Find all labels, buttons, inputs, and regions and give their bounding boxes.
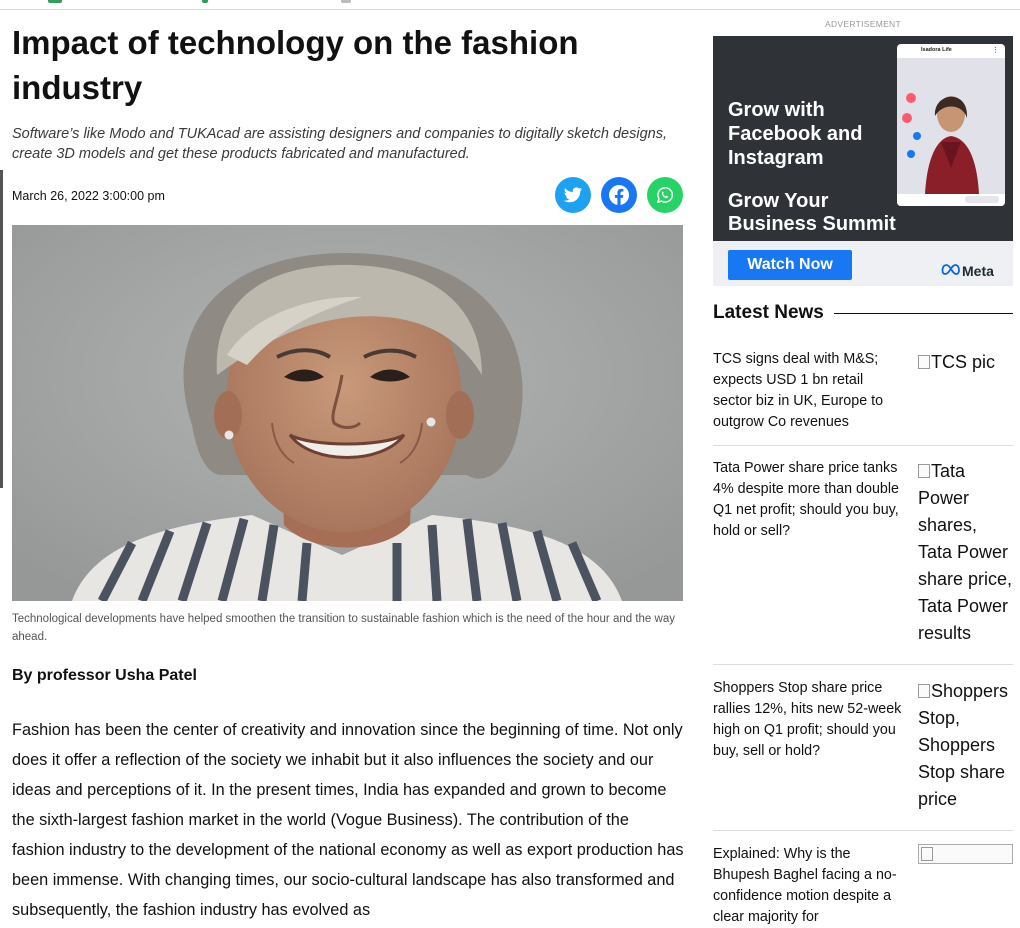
article-body-paragraph: Fashion has been the center of creativit…: [12, 721, 684, 919]
news-item-thumbnail[interactable]: TCS pic: [918, 349, 1013, 376]
publish-date: March 26, 2022 3:00:00 pm: [12, 189, 165, 203]
news-divider: [713, 445, 1013, 446]
nav-fragment: [341, 0, 351, 3]
news-item-thumbnail[interactable]: Shoppers Stop, Shoppers Stop share price: [918, 678, 1013, 813]
phone-footer-button: [965, 196, 999, 203]
news-item-thumbnail[interactable]: Tata Power shares, Tata Power share pric…: [918, 458, 1013, 647]
advertisement-banner[interactable]: Grow with Facebook and Instagram Grow Yo…: [713, 36, 1013, 286]
phone-header: Isadora Life ⋮: [897, 44, 1005, 58]
image-caption: Technological developments have helped s…: [12, 613, 675, 643]
whatsapp-icon: [656, 186, 674, 204]
portrait-illustration: [12, 225, 683, 601]
nav-fragment: [202, 0, 208, 3]
broken-image-icon: [918, 684, 930, 698]
advertisement-label: ADVERTISEMENT: [824, 19, 901, 29]
news-item-thumbnail[interactable]: [918, 844, 1013, 864]
ad-headline: Grow with Facebook and Instagram: [728, 99, 863, 169]
phone-photo: [897, 58, 1005, 194]
share-whatsapp-button[interactable]: [647, 177, 683, 213]
ad-subheadline: Grow Your Business Summit: [728, 190, 896, 235]
share-facebook-button[interactable]: [601, 177, 637, 213]
share-twitter-button[interactable]: [555, 177, 591, 213]
meta-infinity-icon: [941, 264, 960, 275]
latest-news-heading: Latest News: [713, 302, 824, 323]
nav-fragment: [48, 0, 62, 3]
broken-image-icon: [918, 464, 930, 478]
broken-image-icon: [921, 847, 933, 861]
author-byline: By professor Usha Patel: [12, 667, 197, 684]
watch-now-button[interactable]: Watch Now: [728, 250, 852, 280]
news-item-title[interactable]: Explained: Why is the Bhupesh Baghel fac…: [713, 844, 905, 928]
article-subtitle: Software’s like Modo and TUKAcad are ass…: [12, 126, 667, 162]
phone-footer: [897, 194, 1005, 206]
broken-image-icon: [918, 355, 930, 369]
left-edge-rule: [0, 170, 3, 488]
news-item-title[interactable]: TCS signs deal with M&S; expects USD 1 b…: [713, 349, 905, 433]
phone-profile-name: Isadora Life: [921, 47, 952, 53]
thumbnail-alt-text: Tata Power shares, Tata Power share pric…: [918, 461, 1013, 643]
twitter-icon: [563, 187, 583, 203]
thumbnail-alt-text: TCS pic: [931, 352, 996, 372]
meta-wordmark: Meta: [962, 263, 994, 279]
article-headline: Impact of technology on the fashion indu…: [12, 24, 579, 106]
news-divider: [713, 664, 1013, 665]
latest-news-rule: [834, 313, 1013, 314]
ad-phone-mockup: Isadora Life ⋮: [897, 44, 1005, 206]
news-item-title[interactable]: Tata Power share price tanks 4% despite …: [713, 458, 905, 542]
news-item-title[interactable]: Shoppers Stop share price rallies 12%, h…: [713, 678, 905, 762]
phone-more-icon: ⋮: [992, 47, 999, 54]
facebook-icon: [609, 185, 629, 205]
article-hero-image: [12, 225, 683, 601]
top-navigation-strip: [0, 0, 1020, 10]
news-divider: [713, 830, 1013, 831]
thumbnail-alt-text: Shoppers Stop, Shoppers Stop share price: [918, 681, 1009, 809]
